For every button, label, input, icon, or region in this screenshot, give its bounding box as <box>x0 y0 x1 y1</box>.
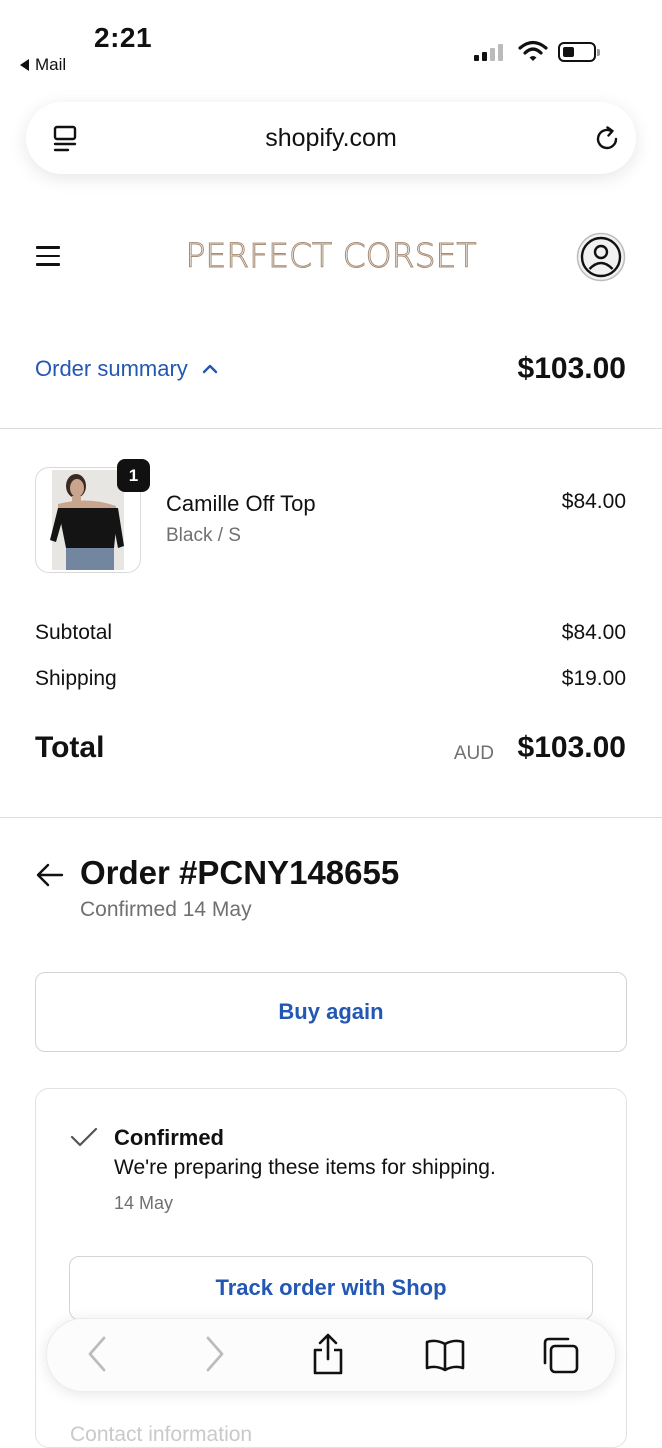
subtotal-label: Subtotal <box>35 621 113 644</box>
shipping-value: $19.00 <box>561 667 626 690</box>
back-triangle-icon <box>20 59 29 71</box>
back-app-label: Mail <box>35 55 67 74</box>
back-chevron-icon[interactable] <box>84 1334 110 1374</box>
status-time: 2:21 <box>94 22 153 53</box>
forward-chevron-icon[interactable] <box>202 1334 228 1374</box>
address-bar[interactable]: shopify.com <box>26 102 636 174</box>
chevron-up-icon <box>202 364 217 374</box>
order-confirmed-date: Confirmed 14 May <box>80 898 252 921</box>
product-price: $84.00 <box>561 490 626 513</box>
divider <box>0 817 662 818</box>
buy-again-button[interactable]: Buy again <box>35 972 627 1052</box>
account-icon[interactable] <box>576 232 626 282</box>
divider <box>0 428 662 429</box>
status-date: 14 May <box>114 1193 174 1213</box>
order-title: Order #PCNY148655 <box>80 854 400 891</box>
status-title: Confirmed <box>114 1125 224 1150</box>
reader-mode-icon[interactable] <box>52 124 80 154</box>
subtotal-value: $84.00 <box>561 621 626 644</box>
summary-total: $103.00 <box>517 352 626 385</box>
back-to-mail-link[interactable]: Mail <box>20 55 66 75</box>
contact-information-heading: Contact information <box>70 1423 253 1446</box>
status-message: We're preparing these items for shipping… <box>114 1156 496 1179</box>
total-value: $103.00 <box>517 731 626 764</box>
back-arrow-icon[interactable] <box>35 862 65 888</box>
product-variant: Black / S <box>166 525 241 546</box>
store-logo[interactable]: PERFECT CORSET <box>0 236 662 276</box>
reload-icon[interactable] <box>592 124 622 154</box>
product-name: Camille Off Top <box>166 491 316 516</box>
wifi-icon <box>518 40 548 61</box>
url-text[interactable]: shopify.com <box>26 102 636 174</box>
bookmarks-icon[interactable] <box>424 1338 466 1372</box>
shipping-label: Shipping <box>35 667 117 690</box>
order-summary-label: Order summary <box>35 356 188 381</box>
tabs-icon[interactable] <box>540 1335 580 1375</box>
order-summary-toggle[interactable]: Order summary <box>35 356 218 382</box>
share-icon[interactable] <box>310 1332 346 1376</box>
battery-icon <box>558 42 600 62</box>
cellular-signal-icon <box>474 44 503 61</box>
quantity-badge: 1 <box>117 459 150 492</box>
checkmark-icon <box>70 1127 98 1147</box>
total-label: Total <box>35 731 105 764</box>
track-order-button[interactable]: Track order with Shop <box>69 1256 593 1320</box>
currency-code: AUD <box>453 743 494 764</box>
